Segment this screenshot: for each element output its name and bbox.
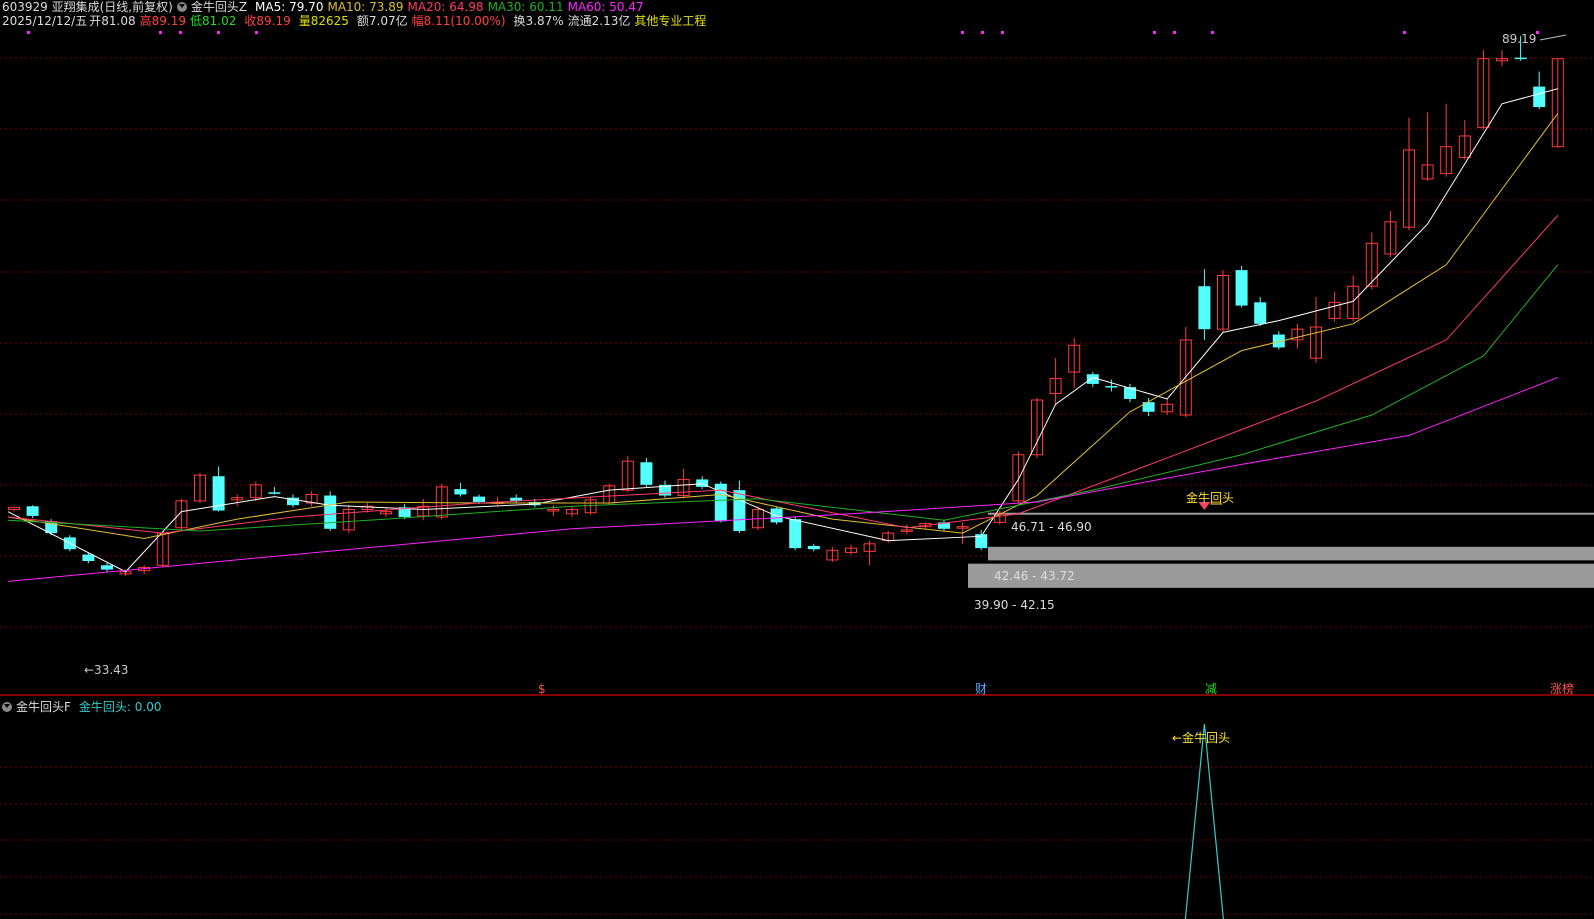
candle-body (101, 565, 113, 570)
candle-body (82, 554, 95, 562)
candle-body (1105, 386, 1118, 388)
candle-body (714, 483, 727, 522)
marker-dot (1403, 31, 1406, 34)
marker-dot (179, 31, 182, 34)
signal-label-main: 金牛回头 (1186, 491, 1235, 505)
candle-body (324, 495, 337, 529)
marker-dot (961, 31, 964, 34)
sub-indicator-toggle[interactable]: 金牛回头F (2, 700, 75, 714)
candle-body (640, 462, 653, 485)
candle-body (807, 545, 820, 550)
sub-indicator-value: 金牛回头: 0.00 (78, 700, 162, 714)
ma-line-ma10 (7, 113, 1559, 539)
marker-dot (1173, 31, 1176, 34)
candle-body (268, 492, 281, 494)
candle-body (789, 519, 802, 549)
kline-chart[interactable] (0, 0, 1594, 919)
chevron-down-icon[interactable] (2, 702, 12, 712)
marker-dot (217, 31, 220, 34)
min-price-label: ←33.43 (84, 663, 129, 677)
event-marker-zhangbang[interactable]: 涨榜 (1550, 683, 1574, 696)
marker-dot (27, 31, 30, 34)
price-zone (988, 512, 1594, 515)
marker-dot (159, 31, 162, 34)
candle-body (1533, 86, 1546, 107)
candle-body (1198, 286, 1211, 330)
marker-dot (1211, 31, 1214, 34)
price-zone (988, 546, 1594, 561)
max-price-label: 89.19 (1502, 32, 1537, 46)
marker-dot (1001, 31, 1004, 34)
zone-label-1: 46.71 - 46.90 (1011, 520, 1092, 534)
candle-body (1235, 270, 1248, 306)
zone-label-2: 42.46 - 43.72 (994, 569, 1075, 583)
ma-line-ma30 (7, 264, 1559, 532)
marker-dot (1153, 31, 1156, 34)
candle-body (733, 490, 746, 531)
candle-body (454, 489, 467, 495)
candle-body (26, 506, 39, 516)
sub-indicator-name: 金牛回头F (16, 700, 71, 714)
event-marker-jian[interactable]: 减 (1205, 683, 1217, 696)
marker-dot (981, 31, 984, 34)
candle-body (473, 496, 485, 502)
sub-signal-label: ←金牛回头 (1172, 731, 1231, 745)
max-price-arrow (1539, 34, 1567, 41)
sub-panel-header: 金牛回头F 金牛回头: 0.00 (2, 700, 165, 714)
event-marker-dollar[interactable]: $ (538, 683, 546, 696)
event-marker-cai[interactable]: 财 (975, 683, 987, 696)
candle-body (1514, 57, 1527, 60)
marker-dot (255, 31, 258, 34)
candle-body (1254, 302, 1267, 324)
sub-signal-spike (1184, 723, 1224, 919)
marker-dot (1536, 31, 1539, 34)
zone-label-3: 39.90 - 42.15 (974, 598, 1055, 612)
